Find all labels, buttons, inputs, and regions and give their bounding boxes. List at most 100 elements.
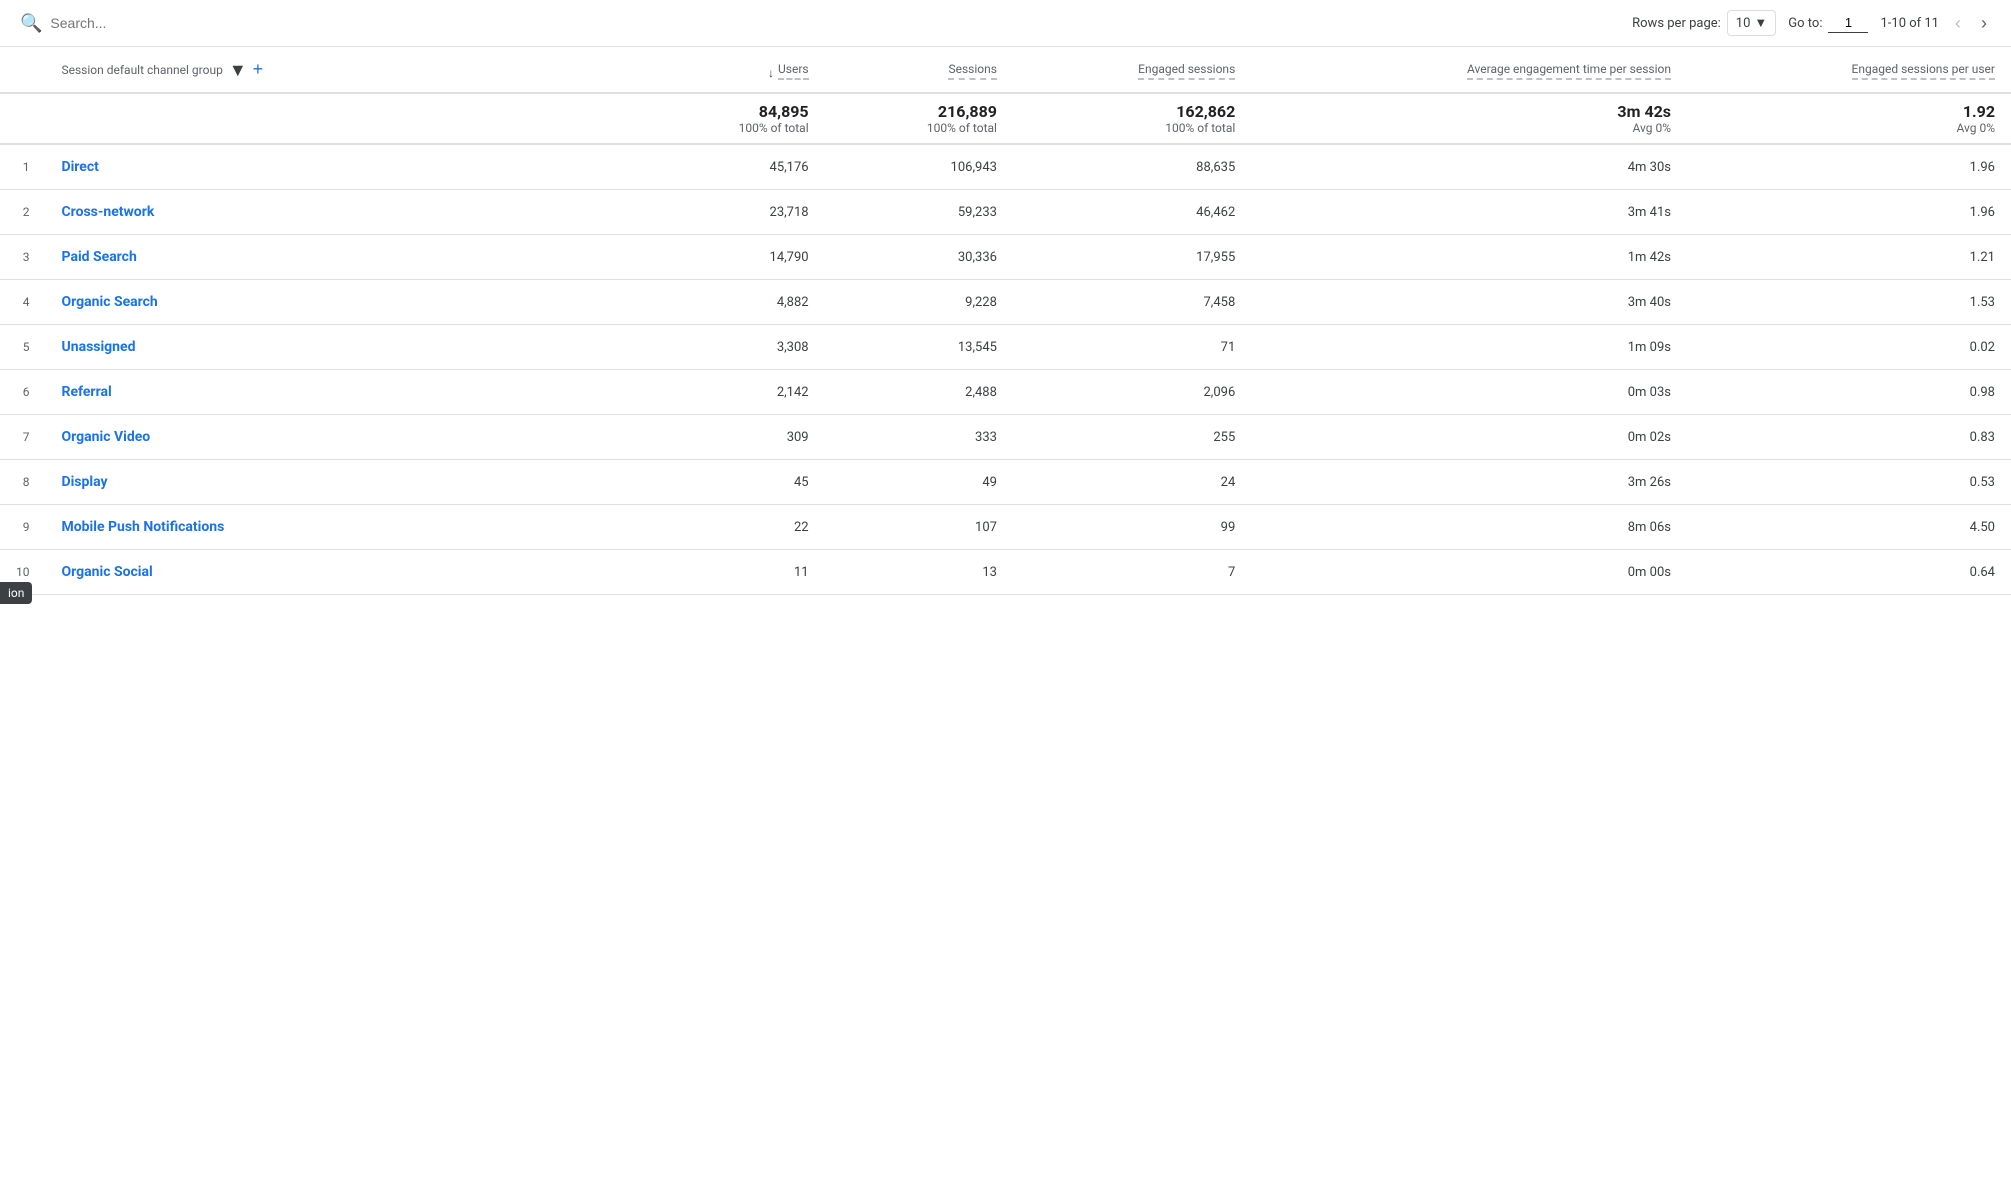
dimension-dropdown-button[interactable]: ▼ [229,61,247,79]
summary-engaged-value: 162,862 [1029,102,1235,121]
search-input[interactable] [50,15,250,31]
summary-sessions-value: 216,889 [841,102,997,121]
row-users: 11 [636,550,824,595]
row-eng-per-user: 1.21 [1687,235,2011,280]
go-to-input[interactable] [1828,13,1868,33]
table-row[interactable]: 3 Paid Search 14,790 30,336 17,955 1m 42… [0,235,2011,280]
row-engaged: 7 [1013,550,1251,595]
engaged-per-user-header[interactable]: Engaged sessions per user [1687,47,2011,93]
summary-sessions: 216,889 100% of total [825,93,1013,144]
row-engaged: 255 [1013,415,1251,460]
rank-header [0,47,46,93]
row-channel[interactable]: Organic Social [46,550,637,595]
engaged-sessions-header[interactable]: Engaged sessions [1013,47,1251,93]
row-sessions: 2,488 [825,370,1013,415]
row-users: 23,718 [636,190,824,235]
row-eng-per-user: 1.96 [1687,144,2011,190]
table-row[interactable]: 1 Direct 45,176 106,943 88,635 4m 30s 1.… [0,144,2011,190]
row-users: 45 [636,460,824,505]
row-avg-eng: 0m 02s [1251,415,1687,460]
row-channel[interactable]: Unassigned [46,325,637,370]
summary-eng-per-user-pct: Avg 0% [1703,121,1995,135]
row-eng-per-user: 0.98 [1687,370,2011,415]
side-label: ion [0,582,32,604]
table-row[interactable]: 9 Mobile Push Notifications 22 107 99 8m… [0,505,2011,550]
rows-per-page-select[interactable]: 10 ▼ [1727,10,1777,36]
table-row[interactable]: 7 Organic Video 309 333 255 0m 02s 0.83 [0,415,2011,460]
summary-avg-eng-value: 3m 42s [1267,102,1671,121]
summary-avg-eng: 3m 42s Avg 0% [1251,93,1687,144]
row-sessions: 49 [825,460,1013,505]
sessions-header-label: Sessions [948,62,996,80]
dimension-col-label: Session default channel group [62,63,223,77]
row-channel[interactable]: Cross-network [46,190,637,235]
add-dimension-button[interactable]: + [253,59,264,80]
summary-users: 84,895 100% of total [636,93,824,144]
row-avg-eng: 3m 26s [1251,460,1687,505]
avg-engagement-header[interactable]: Average engagement time per session [1251,47,1687,93]
row-users: 45,176 [636,144,824,190]
rows-dropdown-icon: ▼ [1754,15,1767,31]
row-channel[interactable]: Direct [46,144,637,190]
row-engaged: 99 [1013,505,1251,550]
row-sessions: 107 [825,505,1013,550]
row-avg-eng: 0m 00s [1251,550,1687,595]
row-eng-per-user: 4.50 [1687,505,2011,550]
row-engaged: 46,462 [1013,190,1251,235]
users-header-label: Users [778,62,809,80]
summary-row: 84,895 100% of total 216,889 100% of tot… [0,93,2011,144]
search-container: 🔍 [20,13,1616,34]
engaged-per-user-header-label: Engaged sessions per user [1852,62,1995,80]
summary-engaged-pct: 100% of total [1029,121,1235,135]
sessions-header[interactable]: Sessions [825,47,1013,93]
row-avg-eng: 0m 03s [1251,370,1687,415]
row-users: 14,790 [636,235,824,280]
table-row[interactable]: 5 Unassigned 3,308 13,545 71 1m 09s 0.02 [0,325,2011,370]
summary-users-pct: 100% of total [652,121,808,135]
row-channel[interactable]: Paid Search [46,235,637,280]
summary-eng-per-user: 1.92 Avg 0% [1687,93,2011,144]
row-rank: 1 [0,144,46,190]
row-channel[interactable]: Organic Video [46,415,637,460]
engaged-sessions-header-label: Engaged sessions [1138,62,1235,80]
table-header-row: Session default channel group ▼ + ↓ User… [0,47,2011,93]
row-sessions: 13,545 [825,325,1013,370]
summary-sessions-pct: 100% of total [841,121,997,135]
table-row[interactable]: 8 Display 45 49 24 3m 26s 0.53 [0,460,2011,505]
table-row[interactable]: 6 Referral 2,142 2,488 2,096 0m 03s 0.98 [0,370,2011,415]
sort-down-icon: ↓ [768,66,774,80]
row-sessions: 30,336 [825,235,1013,280]
row-rank: 3 [0,235,46,280]
toolbar: 🔍 Rows per page: 10 ▼ Go to: 1-10 of 11 … [0,0,2011,47]
row-rank: 2 [0,190,46,235]
row-channel[interactable]: Mobile Push Notifications [46,505,637,550]
row-rank: 7 [0,415,46,460]
table-row[interactable]: 10 Organic Social 11 13 7 0m 00s 0.64 [0,550,2011,595]
prev-page-button[interactable]: ‹ [1951,10,1965,36]
row-sessions: 106,943 [825,144,1013,190]
summary-rank [0,93,46,144]
row-engaged: 7,458 [1013,280,1251,325]
table-row[interactable]: 2 Cross-network 23,718 59,233 46,462 3m … [0,190,2011,235]
row-avg-eng: 1m 42s [1251,235,1687,280]
summary-engaged: 162,862 100% of total [1013,93,1251,144]
page-info: 1-10 of 11 [1880,16,1939,31]
users-header[interactable]: ↓ Users [636,47,824,93]
row-channel[interactable]: Organic Search [46,280,637,325]
table-row[interactable]: 4 Organic Search 4,882 9,228 7,458 3m 40… [0,280,2011,325]
row-sessions: 59,233 [825,190,1013,235]
row-channel[interactable]: Referral [46,370,637,415]
next-page-button[interactable]: › [1977,10,1991,36]
summary-avg-eng-pct: Avg 0% [1267,121,1671,135]
row-avg-eng: 1m 09s [1251,325,1687,370]
row-channel[interactable]: Display [46,460,637,505]
row-eng-per-user: 0.53 [1687,460,2011,505]
rows-per-page-label: Rows per page: [1632,16,1721,31]
go-to-container: Go to: [1788,13,1868,33]
row-users: 22 [636,505,824,550]
row-rank: 9 [0,505,46,550]
row-avg-eng: 3m 40s [1251,280,1687,325]
row-users: 3,308 [636,325,824,370]
row-eng-per-user: 0.64 [1687,550,2011,595]
row-rank: 8 [0,460,46,505]
